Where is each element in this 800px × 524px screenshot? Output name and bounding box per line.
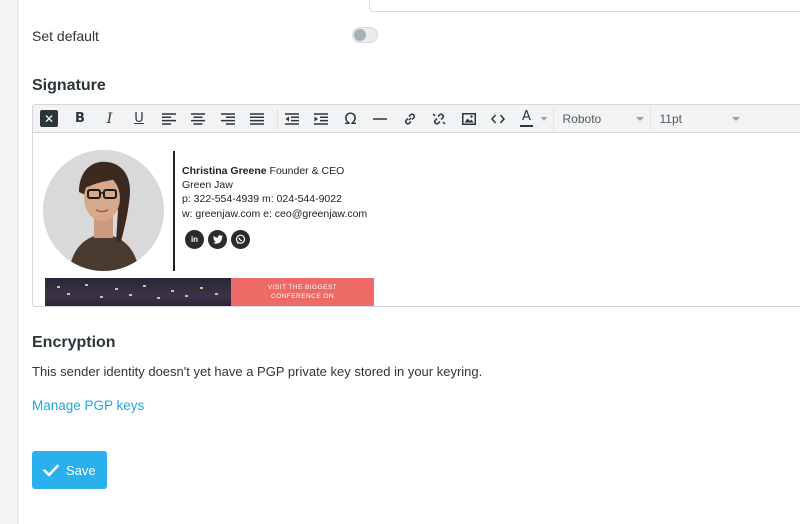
banner-promo: VISIT THE BIGGEST CONFERENCE ON (231, 278, 374, 306)
text-color-icon[interactable]: A (516, 107, 538, 131)
source-code-icon[interactable] (486, 107, 510, 131)
text-field[interactable] (369, 0, 800, 12)
whatsapp-icon[interactable] (231, 230, 250, 249)
left-rail (0, 0, 18, 524)
align-left-icon[interactable] (157, 107, 181, 131)
signature-section-title: Signature (32, 77, 106, 94)
toolbar-divider (276, 108, 278, 129)
horizontal-rule-icon[interactable] (368, 107, 392, 131)
special-char-icon[interactable]: Ω (339, 107, 363, 131)
editor-toolbar: ✕ B I U Ω A Roboto 11pt (33, 105, 800, 133)
text-color-dropdown-icon[interactable] (538, 107, 550, 131)
indent-icon[interactable] (309, 107, 333, 131)
align-justify-icon[interactable] (245, 107, 269, 131)
signature-banner[interactable]: VISIT THE BIGGEST CONFERENCE ON (45, 278, 374, 306)
bold-icon[interactable]: B (68, 107, 92, 131)
outdent-icon[interactable] (280, 107, 304, 131)
chevron-down-icon (731, 116, 740, 121)
signature-content[interactable]: Christina Greene Founder & CEO Green Jaw… (33, 133, 800, 306)
check-icon (43, 464, 59, 476)
toggle-knob (354, 29, 366, 41)
identity-settings-panel: Set default Signature ✕ B I U Ω A Roboto… (19, 0, 800, 524)
save-button[interactable]: Save (32, 451, 107, 489)
banner-text-line-2: CONFERENCE ON (270, 293, 335, 300)
align-center-icon[interactable] (186, 107, 210, 131)
contact-name: Christina Greene (182, 165, 267, 177)
save-button-label: Save (66, 462, 96, 478)
manage-pgp-keys-link[interactable]: Manage PGP keys (32, 398, 144, 413)
font-family-value: Roboto (562, 111, 602, 126)
banner-text-line-1: VISIT THE BIGGEST (267, 284, 338, 291)
set-default-toggle[interactable] (352, 27, 378, 43)
banner-image (45, 278, 231, 306)
chevron-down-icon (635, 116, 644, 121)
company-name: Green Jaw (182, 179, 233, 192)
phone-line: p: 322-554-4939 m: 024-544-9022 (182, 193, 342, 206)
font-size-select[interactable]: 11pt (649, 106, 746, 131)
contact-title: Founder & CEO (269, 165, 345, 177)
social-links: in (185, 230, 250, 249)
encryption-section-title: Encryption (32, 334, 116, 351)
linkedin-icon[interactable]: in (185, 230, 204, 249)
profile-photo (43, 150, 164, 271)
signature-divider (173, 151, 175, 271)
image-icon[interactable] (457, 107, 481, 131)
signature-editor[interactable]: ✕ B I U Ω A Roboto 11pt Christina Greene… (32, 104, 800, 307)
font-size-value: 11pt (659, 111, 682, 126)
font-family-select[interactable]: Roboto (552, 106, 650, 131)
align-right-icon[interactable] (216, 107, 240, 131)
signature-details: Christina Greene Founder & CEO Green Jaw… (182, 164, 367, 221)
italic-icon[interactable]: I (98, 107, 122, 131)
close-icon[interactable]: ✕ (40, 110, 58, 127)
link-icon[interactable] (398, 107, 422, 131)
web-email-line: w: greenjaw.com e: ceo@greenjaw.com (182, 207, 368, 220)
encryption-description: This sender identity doesn't yet have a … (32, 364, 483, 379)
underline-icon[interactable]: U (127, 107, 151, 131)
set-default-label: Set default (32, 28, 99, 44)
twitter-icon[interactable] (208, 230, 227, 249)
unlink-icon[interactable] (427, 107, 451, 131)
